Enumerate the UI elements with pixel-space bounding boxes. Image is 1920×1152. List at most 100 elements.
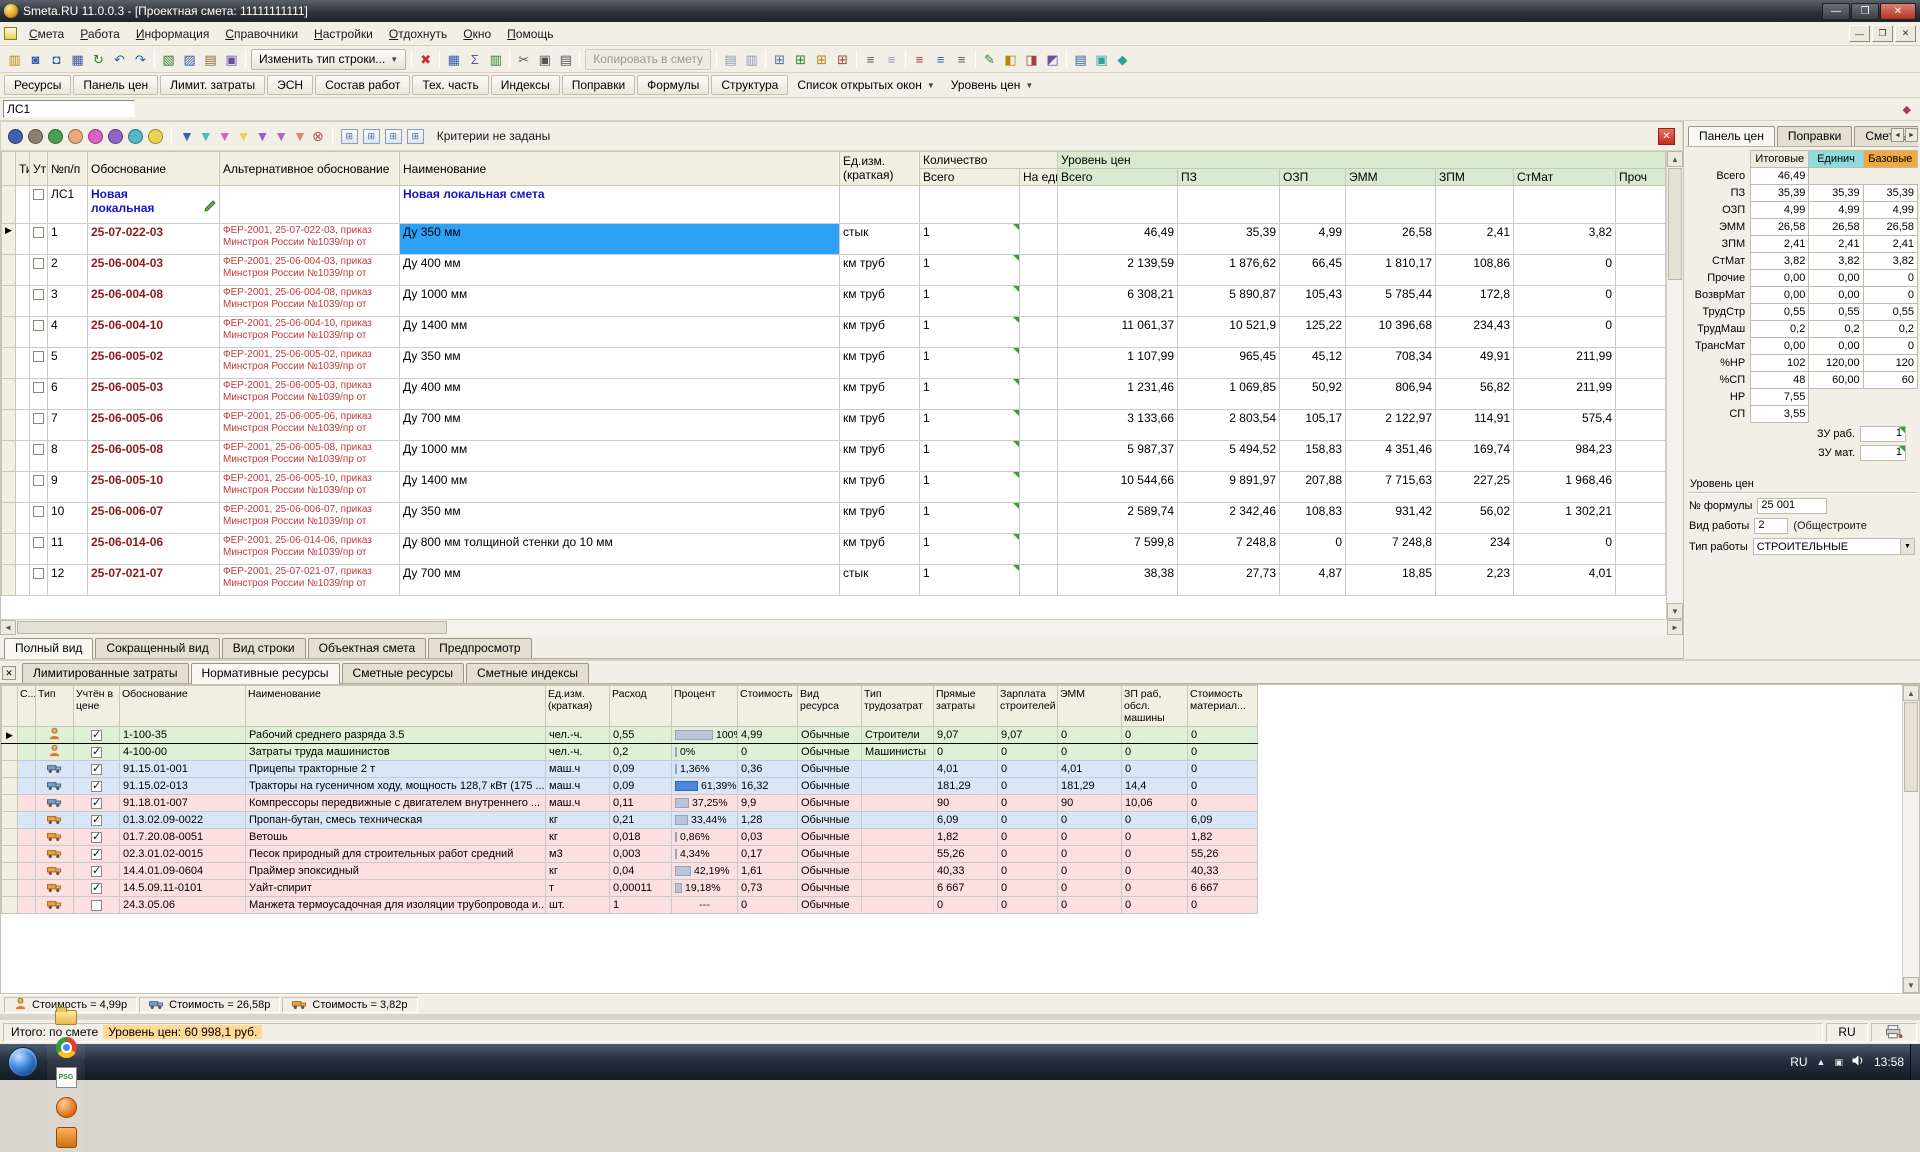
alt-justification-cell[interactable]: ФЕР-2001, 25-06-005-10, приказМинстроя Р… <box>220 472 400 503</box>
estimate-vertical-scrollbar[interactable]: ▲ ▼ <box>1666 151 1683 619</box>
price-value-cell[interactable]: 48 <box>1751 372 1809 389</box>
rowtype-marker-6[interactable] <box>108 129 123 144</box>
resource-row[interactable]: ▶1-100-35Рабочий среднего разряда 3.5чел… <box>2 727 1258 744</box>
res-zp-machine-cell[interactable]: 0 <box>1122 880 1188 897</box>
res-rate-cell[interactable]: 0,55 <box>610 727 672 744</box>
res-salary-cell[interactable]: 0 <box>998 897 1058 914</box>
list-level-2-icon[interactable]: ≡ <box>930 49 951 70</box>
price-cell[interactable]: 708,34 <box>1346 348 1436 379</box>
alt-justification-cell[interactable]: ФЕР-2001, 25-06-014-06, приказМинстроя Р… <box>220 534 400 565</box>
justification-cell[interactable]: 25-07-021-07 <box>88 565 220 596</box>
res-rate-cell[interactable]: 0,09 <box>610 778 672 795</box>
taskbar-explorer-icon[interactable] <box>47 1002 85 1032</box>
row-number-cell[interactable]: 2 <box>48 255 88 286</box>
price-cell[interactable] <box>1616 441 1666 472</box>
search-icon[interactable]: ◙ <box>25 49 46 70</box>
minimize-button[interactable]: — <box>1822 3 1850 20</box>
scroll-down-icon[interactable]: ▼ <box>1903 977 1919 993</box>
res-labor-type-cell[interactable] <box>862 880 934 897</box>
price-cell[interactable] <box>1616 503 1666 534</box>
filter-funnel-icon-1[interactable]: ▼ <box>180 129 194 143</box>
justification-cell[interactable]: 25-06-004-08 <box>88 286 220 317</box>
price-cell[interactable]: 38,38 <box>1058 565 1178 596</box>
price-cell[interactable]: 158,83 <box>1280 441 1346 472</box>
price-cell[interactable] <box>1616 410 1666 441</box>
res-emm-cell[interactable]: 0 <box>1058 897 1122 914</box>
approved-checkbox[interactable] <box>33 227 44 238</box>
res-rate-cell[interactable]: 0,2 <box>610 744 672 761</box>
close-filter-button[interactable]: ✕ <box>1658 128 1675 145</box>
price-value-cell[interactable]: 0,00 <box>1809 270 1863 287</box>
res-direct-cell[interactable]: 6 667 <box>934 880 998 897</box>
price-cell[interactable]: 4,87 <box>1280 565 1346 596</box>
resource-row[interactable]: 91.15.02-013Тракторы на гусеничном ходу,… <box>2 778 1258 795</box>
tray-expand-icon[interactable]: ▲ <box>1817 1057 1826 1067</box>
res-zp-machine-cell[interactable]: 10,06 <box>1122 795 1188 812</box>
tray-language-label[interactable]: RU <box>1790 1055 1807 1069</box>
price-cell[interactable]: 2 139,59 <box>1058 255 1178 286</box>
approved-checkbox[interactable] <box>33 258 44 269</box>
price-cell[interactable]: 0 <box>1514 534 1616 565</box>
res-percent-cell[interactable]: 33,44% <box>672 812 738 829</box>
tray-status-icon[interactable]: ▣ <box>1834 1057 1843 1068</box>
unit-cell[interactable]: км труб <box>840 534 920 565</box>
open-windows-select[interactable]: Список открытых окон▼ <box>790 76 941 94</box>
row-number-cell[interactable]: 5 <box>48 348 88 379</box>
price-value-cell[interactable]: 60 <box>1863 372 1917 389</box>
res-labor-type-cell[interactable]: Строители <box>862 727 934 744</box>
res-kind-cell[interactable]: Обычные <box>798 812 862 829</box>
resource-row[interactable]: 91.18.01-007Компрессоры передвижные с дв… <box>2 795 1258 812</box>
res-justification-cell[interactable]: 01.7.20.08-0051 <box>120 829 246 846</box>
estimate-horizontal-scrollbar[interactable]: ◄ ► <box>0 619 1683 635</box>
price-value-cell[interactable]: 26,58 <box>1863 219 1917 236</box>
included-checkbox[interactable] <box>91 798 102 809</box>
res-material-cost-cell[interactable]: 0 <box>1188 795 1258 812</box>
rowtype-marker-4[interactable] <box>68 129 83 144</box>
name-cell[interactable]: Ду 400 мм <box>400 255 840 286</box>
row-number-cell[interactable]: 7 <box>48 410 88 441</box>
justification-cell[interactable]: 25-06-014-06 <box>88 534 220 565</box>
res-kind-cell[interactable]: Обычные <box>798 897 862 914</box>
taskbar-app-icon[interactable] <box>47 1122 85 1152</box>
price-value-cell[interactable]: 120 <box>1863 355 1917 372</box>
price-cell[interactable]: 7 248,8 <box>1346 534 1436 565</box>
res-justification-cell[interactable]: 4-100-00 <box>120 744 246 761</box>
close-panel-icon[interactable]: ✕ <box>2 666 16 680</box>
grid-view-3-icon[interactable]: ⊞ <box>811 49 832 70</box>
rowtype-marker-1[interactable] <box>8 129 23 144</box>
price-cell[interactable] <box>1616 317 1666 348</box>
price-cell[interactable] <box>1616 255 1666 286</box>
rowtype-marker-8[interactable] <box>148 129 163 144</box>
price-cell[interactable]: 1 107,99 <box>1058 348 1178 379</box>
view-tab-4[interactable]: Объектная смета <box>308 638 427 658</box>
name-cell[interactable]: Ду 1400 мм <box>400 472 840 503</box>
list-level-3-icon[interactable]: ≡ <box>951 49 972 70</box>
included-checkbox[interactable] <box>91 730 102 741</box>
res-name-cell[interactable]: Пропан-бутан, смесь техническая <box>246 812 546 829</box>
estimate-row[interactable]: ▶125-07-022-03ФЕР-2001, 25-07-022-03, пр… <box>2 224 1666 255</box>
res-rate-cell[interactable]: 1 <box>610 897 672 914</box>
justification-cell[interactable]: 25-06-004-10 <box>88 317 220 348</box>
panel-button-состав-работ[interactable]: Состав работ <box>315 75 410 95</box>
res-direct-cell[interactable]: 0 <box>934 744 998 761</box>
price-cell[interactable] <box>1616 379 1666 410</box>
res-labor-type-cell[interactable] <box>862 778 934 795</box>
price-cell[interactable]: 4,01 <box>1514 565 1616 596</box>
resource-row[interactable]: 01.3.02.09-0022Пропан-бутан, смесь техни… <box>2 812 1258 829</box>
price-value-cell[interactable]: 2,41 <box>1751 236 1809 253</box>
scroll-up-icon[interactable]: ▲ <box>1903 685 1919 701</box>
price-cell[interactable]: 984,23 <box>1514 441 1616 472</box>
quantity-per-unit-cell[interactable] <box>1020 472 1058 503</box>
price-cell[interactable]: 46,49 <box>1058 224 1178 255</box>
resources-vertical-scrollbar[interactable]: ▲ ▼ <box>1902 685 1919 993</box>
res-material-cost-cell[interactable]: 6,09 <box>1188 812 1258 829</box>
estimate-row[interactable]: 1025-06-006-07ФЕР-2001, 25-06-006-07, пр… <box>2 503 1666 534</box>
maximize-button[interactable]: ❐ <box>1851 3 1879 20</box>
res-name-cell[interactable]: Уайт-спирит <box>246 880 546 897</box>
price-value-cell[interactable]: 0 <box>1863 270 1917 287</box>
price-cell[interactable]: 7 599,8 <box>1058 534 1178 565</box>
res-unit-cell[interactable]: кг <box>546 812 610 829</box>
price-cell[interactable]: 2 803,54 <box>1178 410 1280 441</box>
res-labor-type-cell[interactable] <box>862 829 934 846</box>
res-direct-cell[interactable]: 40,33 <box>934 863 998 880</box>
